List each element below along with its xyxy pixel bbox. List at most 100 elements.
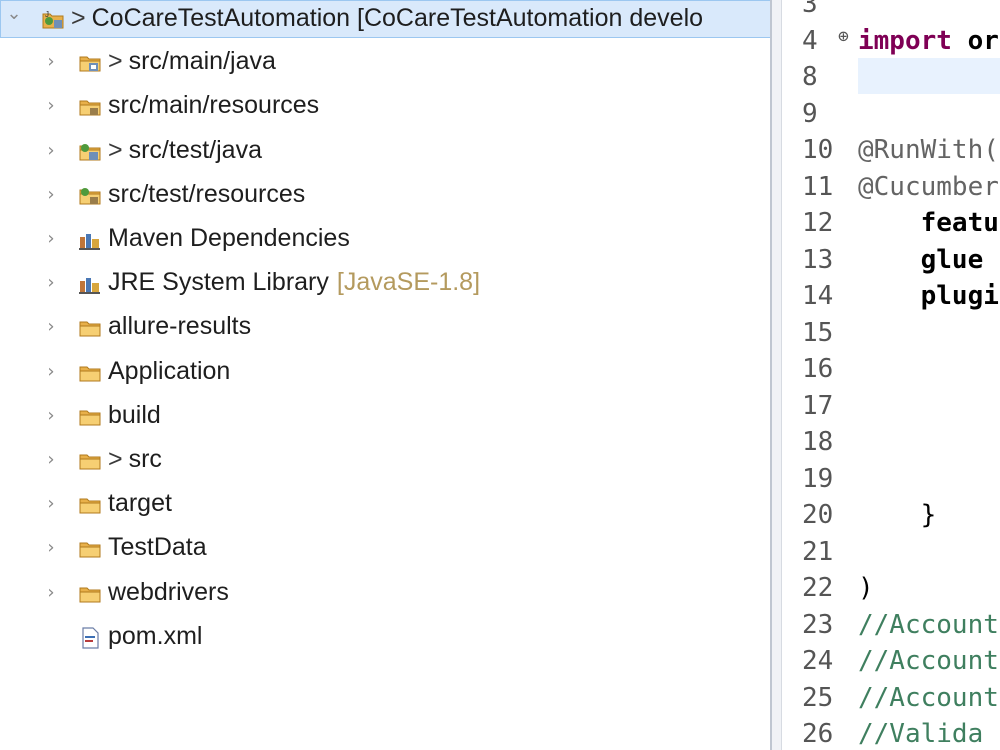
code-text: @RunWith(: [858, 132, 999, 168]
code-editor[interactable]: 3 4 ⊕ import or 8 9 10 @RunWith( 11 @Cucumber 12 f…: [782, 0, 1000, 750]
code-line[interactable]: 14 plugi: [782, 278, 1000, 314]
tree-item[interactable]: › webdrivers: [0, 575, 772, 613]
tree-item-label: src/test/resources: [108, 180, 305, 209]
git-change-marker: >: [108, 445, 123, 473]
code-line[interactable]: 9: [782, 96, 1000, 132]
tree-item[interactable]: › TestData: [0, 530, 772, 568]
code-token: }: [858, 500, 937, 530]
tree-item-project[interactable]: ⌄ J > CoCareTestAutomation [CoCareTestAutom…: [0, 0, 772, 38]
collapsed-chevron-icon[interactable]: ›: [42, 97, 60, 115]
item-name: TestData: [108, 533, 207, 562]
tree-item[interactable]: › build: [0, 398, 772, 436]
tree-item-label: > src: [108, 445, 162, 474]
code-token: or: [951, 25, 999, 56]
tree-item-label: src/main/resources: [108, 91, 319, 120]
collapsed-chevron-icon[interactable]: ›: [42, 583, 60, 602]
code-line[interactable]: 20 }: [782, 497, 1000, 533]
collapsed-chevron-icon[interactable]: ›: [42, 451, 60, 469]
tree-item[interactable]: › src/test/resources: [0, 177, 772, 215]
git-change-marker: >: [108, 135, 123, 164]
code-token: //Account: [858, 609, 999, 640]
code-line[interactable]: 16: [782, 351, 1000, 387]
tree-item[interactable]: › > src/test/java: [0, 133, 772, 171]
xml-file-icon: [78, 627, 102, 649]
code-text: ): [858, 570, 874, 606]
tree-item[interactable]: › JRE System Library [JavaSE-1.8]: [0, 265, 772, 303]
code-line[interactable]: 10 @RunWith(: [782, 132, 1000, 168]
tree-item[interactable]: › allure-results: [0, 309, 772, 347]
code-text: glue: [858, 242, 984, 278]
code-line[interactable]: 24 //Account: [782, 643, 1000, 679]
collapsed-chevron-icon[interactable]: ›: [42, 318, 60, 336]
code-line[interactable]: 15: [782, 315, 1000, 351]
line-number: 10: [802, 135, 834, 165]
collapsed-chevron-icon[interactable]: ›: [42, 185, 60, 204]
git-change-marker: >: [71, 4, 86, 32]
resource-folder-icon: [78, 96, 102, 118]
test-resource-folder-icon: [78, 185, 102, 207]
tree-item-label: TestData: [108, 533, 207, 562]
tree-item[interactable]: › Maven Dependencies: [0, 221, 772, 259]
tree-item-label: target: [108, 489, 172, 518]
folder-icon: [78, 362, 102, 384]
pane-divider[interactable]: [770, 0, 782, 750]
collapsed-chevron-icon[interactable]: ›: [42, 495, 60, 513]
line-number: 9: [802, 98, 818, 129]
collapsed-chevron-icon[interactable]: ›: [42, 362, 60, 381]
code-line[interactable]: 22): [782, 570, 1000, 606]
code-line[interactable]: 23 //Account: [782, 607, 1000, 643]
library-icon: [78, 229, 102, 251]
code-line[interactable]: 19: [782, 461, 1000, 497]
item-name: target: [108, 489, 172, 518]
fold-expand-icon[interactable]: ⊕: [838, 19, 849, 55]
code-line[interactable]: 25 //Account: [782, 680, 1000, 716]
line-number: 16: [802, 354, 834, 384]
collapsed-chevron-icon[interactable]: ›: [42, 539, 60, 557]
tree-item-label: > CoCareTestAutomation [CoCareTestAutomat…: [71, 4, 703, 33]
line-number: 25: [802, 682, 834, 713]
code-text: //Account: [858, 643, 999, 679]
tree-item[interactable]: › Application: [0, 354, 772, 392]
tree-item[interactable]: › > src: [0, 442, 772, 480]
tree-item-label: pom.xml: [108, 622, 202, 651]
line-number: 14: [802, 281, 834, 311]
svg-text:J: J: [45, 10, 49, 19]
code-line[interactable]: 12 featu: [782, 205, 1000, 241]
collapsed-chevron-icon[interactable]: ›: [42, 274, 60, 292]
line-number: 18: [802, 427, 834, 457]
tree-item-label: webdrivers: [108, 578, 229, 607]
code-line[interactable]: 17: [782, 388, 1000, 424]
code-line[interactable]: 3: [782, 0, 1000, 22]
code-token: //Account: [858, 682, 999, 713]
tree-item[interactable]: › src/main/resources: [0, 88, 772, 126]
item-name: src/test/java: [128, 135, 262, 164]
collapsed-chevron-icon[interactable]: ›: [42, 230, 60, 248]
collapsed-chevron-icon[interactable]: ›: [42, 141, 60, 160]
code-line[interactable]: 18: [782, 424, 1000, 460]
folder-icon: [78, 317, 102, 339]
item-name: src/test/resources: [108, 179, 306, 208]
tree-item[interactable]: › target: [0, 486, 772, 524]
item-name: webdrivers: [108, 577, 229, 606]
item-name: src/main/java: [128, 47, 276, 76]
code-text: //Valida: [858, 716, 983, 750]
tree-item[interactable]: › > src/main/java: [0, 44, 772, 82]
item-name: allure-results: [108, 312, 252, 341]
code-token: @RunWith(: [858, 135, 999, 165]
code-text: }: [858, 497, 937, 533]
code-token: //Account: [858, 646, 999, 676]
folder-icon: [78, 538, 102, 560]
tree-item[interactable]: pom.xml: [0, 619, 772, 657]
code-line[interactable]: 21: [782, 534, 1000, 570]
code-line[interactable]: 26 //Valida: [782, 716, 1000, 750]
code-line[interactable]: 13 glue: [782, 242, 1000, 278]
code-line[interactable]: 11 @Cucumber: [782, 169, 1000, 205]
code-line[interactable]: 4 ⊕ import or: [782, 23, 1000, 59]
item-name: Application: [108, 356, 231, 385]
collapsed-chevron-icon[interactable]: ›: [42, 406, 60, 425]
code-token: //Valida: [858, 719, 984, 749]
expand-chevron-icon[interactable]: ⌄: [5, 5, 23, 23]
collapsed-chevron-icon[interactable]: ›: [42, 53, 60, 71]
code-line[interactable]: 8: [782, 59, 1000, 95]
code-text: //Account: [858, 680, 999, 716]
